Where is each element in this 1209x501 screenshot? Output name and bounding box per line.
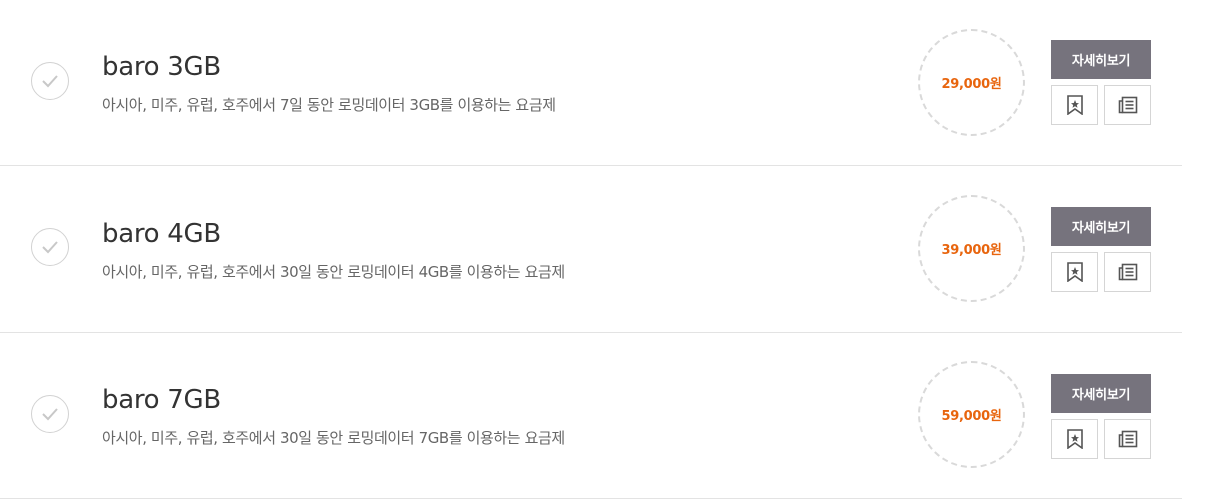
compare-button[interactable] bbox=[1104, 419, 1151, 459]
document-list-icon bbox=[1118, 96, 1138, 114]
price-badge: 39,000원 bbox=[918, 195, 1025, 302]
detail-button[interactable]: 자세히보기 bbox=[1051, 207, 1151, 246]
plan-list: baro 3GB 아시아, 미주, 유럽, 호주에서 7일 동안 로밍데이터 3… bbox=[0, 0, 1182, 499]
document-list-icon bbox=[1118, 263, 1138, 281]
bookmark-button[interactable] bbox=[1051, 85, 1098, 125]
plan-row: baro 3GB 아시아, 미주, 유럽, 호주에서 7일 동안 로밍데이터 3… bbox=[0, 0, 1182, 166]
plan-row: baro 4GB 아시아, 미주, 유럽, 호주에서 30일 동안 로밍데이터 … bbox=[0, 166, 1182, 333]
compare-button[interactable] bbox=[1104, 85, 1151, 125]
select-checkbox[interactable] bbox=[31, 62, 69, 100]
plan-description: 아시아, 미주, 유럽, 호주에서 30일 동안 로밍데이터 7GB를 이용하는… bbox=[102, 429, 565, 447]
plan-row: baro 7GB 아시아, 미주, 유럽, 호주에서 30일 동안 로밍데이터 … bbox=[0, 333, 1182, 499]
select-checkbox[interactable] bbox=[31, 395, 69, 433]
plan-description: 아시아, 미주, 유럽, 호주에서 7일 동안 로밍데이터 3GB를 이용하는 … bbox=[102, 96, 556, 114]
compare-button[interactable] bbox=[1104, 252, 1151, 292]
price-value: 59,000원 bbox=[941, 409, 1002, 424]
plan-name: baro 7GB bbox=[102, 385, 221, 415]
bookmark-star-icon bbox=[1066, 262, 1084, 282]
plan-name: baro 4GB bbox=[102, 219, 221, 249]
detail-button[interactable]: 자세히보기 bbox=[1051, 40, 1151, 79]
detail-button[interactable]: 자세히보기 bbox=[1051, 374, 1151, 413]
price-badge: 29,000원 bbox=[918, 29, 1025, 136]
bookmark-button[interactable] bbox=[1051, 419, 1098, 459]
plan-description: 아시아, 미주, 유럽, 호주에서 30일 동안 로밍데이터 4GB를 이용하는… bbox=[102, 263, 565, 281]
price-value: 39,000원 bbox=[941, 243, 1002, 258]
price-value: 29,000원 bbox=[941, 77, 1002, 92]
document-list-icon bbox=[1118, 430, 1138, 448]
plan-name: baro 3GB bbox=[102, 52, 221, 82]
select-checkbox[interactable] bbox=[31, 228, 69, 266]
bookmark-star-icon bbox=[1066, 429, 1084, 449]
bookmark-star-icon bbox=[1066, 95, 1084, 115]
price-badge: 59,000원 bbox=[918, 361, 1025, 468]
bookmark-button[interactable] bbox=[1051, 252, 1098, 292]
